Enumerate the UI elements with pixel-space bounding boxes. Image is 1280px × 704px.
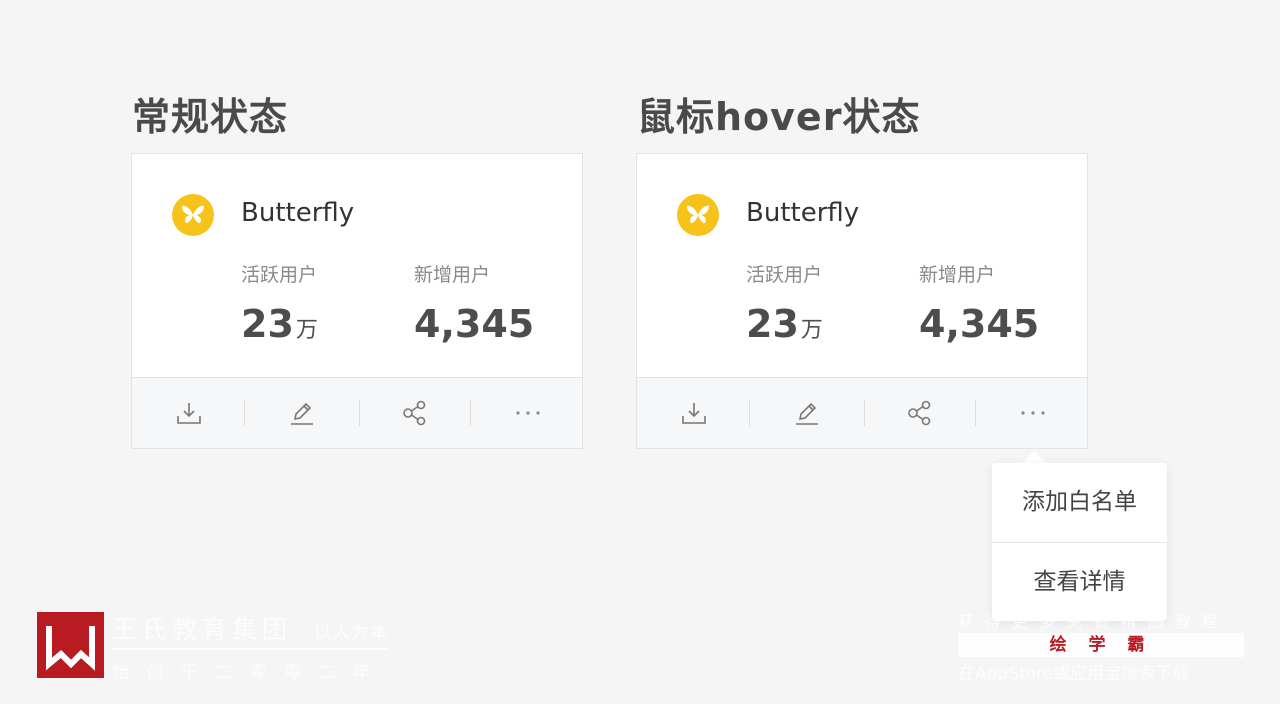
hover-state-title: 鼠标hover状态 [637, 95, 921, 139]
download-icon[interactable] [173, 397, 205, 429]
menu-item-add-whitelist[interactable]: 添加白名单 [992, 463, 1167, 542]
toolbar-divider [975, 400, 976, 426]
download-icon[interactable] [678, 397, 710, 429]
watermark-rule [112, 648, 389, 650]
app-name: Butterfly [746, 198, 860, 228]
toolbar-divider [244, 400, 245, 426]
app-card-normal[interactable]: Butterfly 活跃用户 新增用户 23万 4,345 [131, 153, 583, 449]
more-icon[interactable] [1017, 397, 1049, 429]
more-icon[interactable] [512, 397, 544, 429]
edit-icon[interactable] [286, 397, 318, 429]
watermark-slogan: 以人为本 [314, 623, 390, 643]
more-dropdown-menu: 添加白名单 查看详情 [992, 463, 1167, 621]
new-users-value: 4,345 [414, 302, 535, 346]
new-users-label: 新增用户 [414, 264, 491, 286]
butterfly-icon [172, 194, 214, 236]
promo-line-3: 在AppStore或应用宝搜索下载 [958, 664, 1190, 684]
card-toolbar [132, 377, 582, 448]
active-users-number: 23 [241, 302, 294, 346]
watermark-tagline: 始 创 于 二 零 零 二 年 [112, 663, 376, 683]
new-users-label: 新增用户 [919, 264, 996, 286]
app-name: Butterfly [241, 198, 355, 228]
share-icon[interactable] [399, 397, 431, 429]
active-users-label: 活跃用户 [241, 264, 318, 286]
active-users-unit: 万 [800, 318, 823, 343]
normal-state-title: 常规状态 [132, 95, 289, 139]
toolbar-divider [359, 400, 360, 426]
watermark-logo [37, 612, 104, 678]
edit-icon[interactable] [791, 397, 823, 429]
new-users-value: 4,345 [919, 302, 1040, 346]
promo-line-2: 绘 学 霸 [1049, 635, 1153, 655]
active-users-number: 23 [746, 302, 799, 346]
active-users-label: 活跃用户 [746, 264, 823, 286]
app-card-hover[interactable]: Butterfly 活跃用户 新增用户 23万 4,345 [636, 153, 1088, 449]
active-users-value: 23万 [241, 302, 318, 346]
butterfly-icon [677, 194, 719, 236]
promo-line-1: 获 得 更 多 免 费 精 品 教 程 [958, 612, 1221, 631]
dropdown-arrow [1022, 451, 1046, 463]
toolbar-divider [864, 400, 865, 426]
watermark-brand: 王氏教育集团 [112, 615, 293, 644]
card-toolbar [637, 377, 1087, 448]
active-users-value: 23万 [746, 302, 823, 346]
share-icon[interactable] [904, 397, 936, 429]
toolbar-divider [749, 400, 750, 426]
active-users-unit: 万 [295, 318, 318, 343]
toolbar-divider [470, 400, 471, 426]
